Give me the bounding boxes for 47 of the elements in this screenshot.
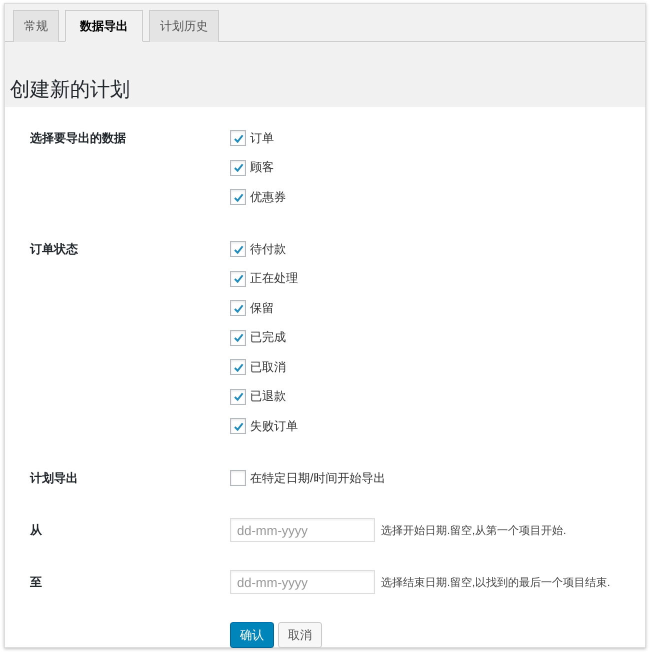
checkbox[interactable]: [230, 130, 246, 146]
checkmark-icon: [232, 162, 244, 173]
checkbox[interactable]: [230, 470, 246, 486]
checkbox[interactable]: [230, 160, 246, 176]
confirm-button[interactable]: 确认: [230, 622, 274, 648]
checkmark-icon: [232, 244, 244, 254]
checkbox[interactable]: [230, 359, 246, 375]
checkmark-icon: [232, 302, 244, 314]
field-label: 至: [30, 574, 42, 591]
checkmark-icon: [232, 332, 244, 343]
field-label: 订单状态: [30, 241, 78, 258]
checkbox-label: 订单: [250, 130, 274, 146]
checkbox-label: 失败订单: [250, 418, 298, 434]
checkmark-icon: [232, 273, 244, 284]
field-description: 选择结束日期.留空,以找到的最后一个项目结束.: [381, 576, 610, 590]
checkbox-label: 待付款: [250, 240, 286, 258]
field-label: 从: [30, 522, 42, 539]
checkbox[interactable]: [230, 330, 246, 346]
checkbox[interactable]: [230, 270, 246, 286]
checkbox-label: 正在处理: [250, 270, 298, 287]
page-heading: 创建新的计划: [9, 78, 131, 103]
tab[interactable]: 计划历史: [149, 10, 219, 42]
field-label: 计划导出: [30, 470, 78, 487]
checkmark-icon: [232, 192, 244, 202]
date-field[interactable]: dd-mm-yyyy: [230, 518, 375, 542]
checkbox[interactable]: [230, 189, 246, 205]
checkbox[interactable]: [230, 418, 246, 434]
checkmark-icon: [232, 362, 244, 372]
checkbox-label: 顾客: [250, 159, 274, 176]
checkmark-icon: [232, 132, 244, 144]
field-label: 选择要导出的数据: [30, 130, 126, 147]
checkbox-label: 已退款: [250, 388, 286, 405]
cancel-button[interactable]: 取消: [278, 622, 322, 648]
checkbox-label: 优惠券: [250, 188, 286, 206]
date-field[interactable]: dd-mm-yyyy: [230, 570, 375, 594]
checkbox-label: 在特定日期/时间开始导出: [250, 470, 386, 486]
checkbox-label: 已完成: [250, 329, 286, 346]
checkmark-icon: [232, 391, 244, 402]
checkmark-icon: [232, 420, 244, 432]
tab[interactable]: 常规: [13, 10, 59, 42]
checkbox[interactable]: [230, 300, 246, 316]
field-description: 选择开始日期.留空,从第一个项目开始.: [381, 524, 566, 538]
checkbox[interactable]: [230, 241, 246, 257]
checkbox[interactable]: [230, 388, 246, 404]
tab[interactable]: 数据导出: [65, 10, 143, 42]
checkbox-label: 已取消: [250, 358, 286, 376]
checkbox-label: 保留: [250, 300, 274, 316]
